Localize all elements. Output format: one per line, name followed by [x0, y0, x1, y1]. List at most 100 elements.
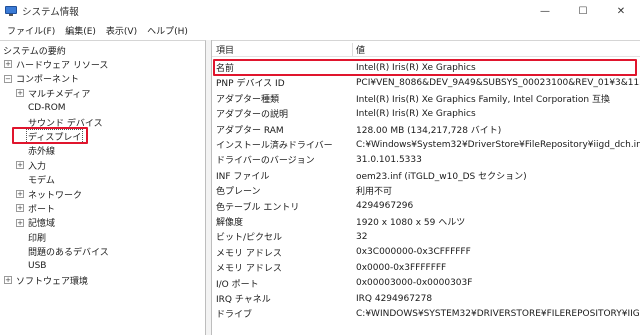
table-row[interactable]: ビット/ピクセル 32	[212, 229, 640, 244]
value-cell: Intel(R) Iris(R) Xe Graphics	[356, 62, 476, 73]
tree-item-label: ハードウェア リソース	[16, 60, 109, 71]
value-cell: oem23.inf (iTGLD_w10_DS セクション)	[356, 171, 527, 182]
table-row[interactable]: 解像度 1920 x 1080 x 59 ヘルツ	[212, 214, 640, 229]
column-header-item[interactable]: 項目	[216, 41, 234, 57]
expand-icon[interactable]: +	[4, 276, 12, 285]
details-list[interactable]: 項目 値 名前 Intel(R) Iris(R) Xe Graphics PNP デ…	[212, 40, 640, 335]
item-cell: 名前	[216, 64, 235, 74]
expand-icon[interactable]: +	[16, 161, 24, 170]
menu-file[interactable]: ファイル(F)	[2, 24, 60, 37]
tree-item-label: マルチメディア	[28, 89, 91, 100]
item-cell: アダプター RAM	[216, 125, 284, 136]
table-row[interactable]: アダプターの説明 Intel(R) Iris(R) Xe Graphics	[212, 106, 640, 121]
tree-item-label: モデム	[28, 176, 55, 187]
tree-item-label: 赤外線	[28, 147, 56, 158]
column-header-value[interactable]: 値	[356, 41, 365, 57]
tree-item-label: CD-ROM	[28, 102, 66, 113]
value-cell: 128.00 MB (134,217,728 バイト)	[356, 125, 502, 136]
value-cell: 31.0.101.5333	[356, 154, 422, 165]
tree-item-label: 問題のあるデバイス	[28, 248, 109, 259]
category-tree[interactable]: システムの要約 + ハードウェア リソース − コンポーネント + マルチメディア CD-RO…	[0, 40, 206, 335]
tree-item-label: ディスプレイ	[25, 128, 84, 144]
tree-item-label: ネットワーク	[28, 190, 83, 201]
tree-item-label: ソフトウェア環境	[16, 276, 89, 287]
table-row[interactable]: INF ファイル oem23.inf (iTGLD_w10_DS セクション)	[212, 168, 640, 183]
tree-item[interactable]: + 記憶域	[16, 216, 56, 230]
tree-item[interactable]: + ハードウェア リソース	[4, 57, 109, 71]
item-cell: IRQ チャネル	[216, 295, 271, 305]
maximize-button[interactable]: ☐	[564, 0, 602, 22]
tree-item[interactable]: ディスプレイ	[16, 128, 84, 144]
tree-item[interactable]: + ソフトウェア環境	[4, 273, 89, 287]
table-row[interactable]: 色プレーン 利用不可	[212, 183, 640, 198]
tree-item[interactable]: + マルチメディア	[16, 86, 91, 100]
value-cell: 0x00003000-0x0000303F	[356, 278, 473, 289]
tree-item-label: USB	[28, 261, 47, 271]
item-cell: メモリ アドレス	[216, 248, 282, 259]
value-cell: PCI¥VEN_8086&DEV_9A49&SUBSYS_00023100&RE…	[356, 77, 640, 88]
expand-icon[interactable]: +	[16, 190, 24, 198]
tree-item[interactable]: モデム	[16, 173, 56, 187]
menu-help[interactable]: ヘルプ(H)	[142, 24, 193, 37]
item-cell: PNP デバイス ID	[216, 79, 285, 90]
tree-item-label: ポート	[28, 204, 56, 215]
table-row[interactable]: メモリ アドレス 0x0000-0x3FFFFFFF	[212, 260, 640, 275]
expand-icon[interactable]: +	[16, 89, 24, 98]
item-cell: メモリ アドレス	[216, 264, 282, 275]
tree-item[interactable]: 印刷	[16, 230, 47, 244]
item-cell: INF ファイル	[216, 171, 270, 182]
tree-item[interactable]: サウンド デバイス	[16, 115, 104, 129]
value-cell: IRQ 4294967278	[356, 293, 433, 304]
minimize-button[interactable]: —	[526, 0, 564, 22]
table-row[interactable]: アダプター種類 Intel(R) Iris(R) Xe Graphics Fami…	[212, 91, 640, 106]
table-row[interactable]: 名前 Intel(R) Iris(R) Xe Graphics	[212, 60, 640, 75]
close-button[interactable]: ✕	[602, 0, 640, 22]
item-cell: インストール済みドライバー	[216, 141, 333, 151]
system-info-icon	[5, 5, 17, 17]
table-row[interactable]: ドライブ C:¥WINDOWS¥SYSTEM32¥DRIVERSTORE¥FILE…	[212, 306, 640, 321]
table-row[interactable]: 色テーブル エントリ 4294967296	[212, 199, 640, 214]
tree-item[interactable]: + ポート	[16, 201, 56, 215]
table-row[interactable]: ドライバーのバージョン 31.0.101.5333	[212, 152, 640, 167]
tree-item-label: 記憶域	[28, 219, 56, 230]
value-cell: 0x3C000000-0x3CFFFFFF	[356, 247, 471, 258]
value-cell: C:¥WINDOWS¥SYSTEM32¥DRIVERSTORE¥FILEREPO…	[356, 308, 640, 319]
tree-item[interactable]: + ネットワーク	[16, 187, 83, 201]
menu-edit[interactable]: 編集(E)	[60, 24, 101, 37]
tree-item-label: サウンド デバイス	[28, 118, 103, 129]
item-cell: ドライバーのバージョン	[216, 156, 315, 167]
table-row[interactable]: IRQ チャネル IRQ 4294967278	[212, 291, 640, 306]
value-cell: 4294967296	[356, 201, 414, 212]
table-row[interactable]: インストール済みドライバー C:¥Windows¥System32¥DriverS…	[212, 137, 640, 152]
item-cell: アダプターの説明	[216, 110, 289, 121]
collapse-icon[interactable]: −	[4, 74, 12, 83]
value-cell: 1920 x 1080 x 59 ヘルツ	[356, 218, 466, 228]
expand-icon[interactable]: +	[16, 204, 24, 213]
value-cell: C:¥Windows¥System32¥DriverStore¥FileRepo…	[356, 139, 640, 150]
expand-icon[interactable]: +	[16, 218, 24, 227]
menu-view[interactable]: 表示(V)	[101, 24, 142, 37]
tree-item[interactable]: 問題のあるデバイス	[16, 245, 110, 259]
expand-icon[interactable]: +	[4, 60, 12, 69]
tree-item[interactable]: システムの要約	[2, 43, 67, 57]
column-divider[interactable]	[352, 43, 353, 56]
tree-item[interactable]: 赤外線	[16, 144, 56, 158]
value-cell: Intel(R) Iris(R) Xe Graphics Family, Int…	[356, 94, 610, 105]
table-row[interactable]: I/O ポート 0x00003000-0x0000303F	[212, 276, 640, 291]
tree-item[interactable]: USB	[16, 259, 47, 273]
tree-item-label: コンポーネント	[16, 75, 80, 86]
table-row[interactable]: アダプター RAM 128.00 MB (134,217,728 バイト)	[212, 122, 640, 137]
window-controls: — ☐ ✕	[526, 0, 640, 22]
table-row[interactable]: PNP デバイス ID PCI¥VEN_8086&DEV_9A49&SUBSYS_…	[212, 75, 640, 90]
menu-bar: ファイル(F) 編集(E) 表示(V) ヘルプ(H)	[0, 22, 640, 39]
item-cell: 色プレーン	[216, 187, 261, 198]
table-row[interactable]: メモリ アドレス 0x3C000000-0x3CFFFFFF	[212, 245, 640, 260]
tree-item[interactable]: + 入力	[16, 158, 47, 172]
tree-item[interactable]: CD-ROM	[16, 101, 67, 115]
item-cell: ドライブ	[216, 310, 253, 321]
value-cell: 利用不可	[356, 187, 393, 198]
item-cell: I/O ポート	[216, 279, 259, 290]
value-cell: Intel(R) Iris(R) Xe Graphics	[356, 108, 476, 119]
tree-item[interactable]: − コンポーネント	[4, 72, 80, 86]
item-cell: 解像度	[216, 218, 244, 228]
